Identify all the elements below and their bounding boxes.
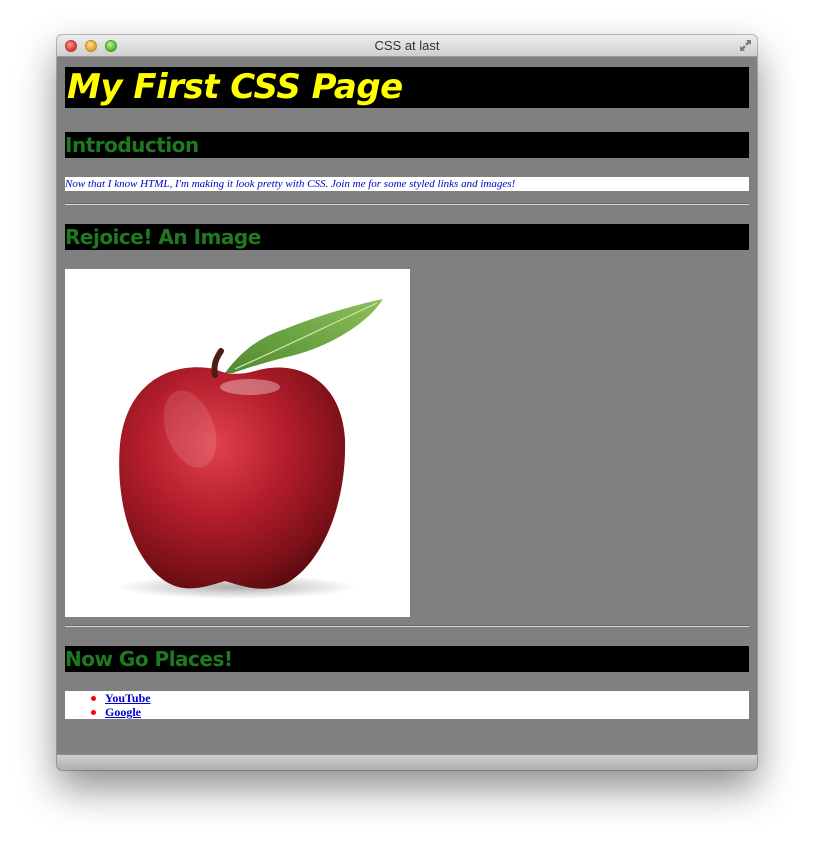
section-heading-image: Rejoice! An Image [65,224,749,250]
google-link[interactable]: Google [105,705,141,719]
apple-picture [117,299,383,599]
list-item: YouTube [65,691,749,705]
links-list: YouTube Google [65,691,749,719]
browser-window: CSS at last My First CSS Page Introducti… [57,35,757,770]
title-bar[interactable]: CSS at last [57,35,757,57]
status-bar [57,754,757,770]
page-heading: My First CSS Page [65,67,749,108]
bullet-icon [91,696,96,701]
fullscreen-icon[interactable] [739,39,752,52]
divider [65,625,749,627]
section-heading-links: Now Go Places! [65,646,749,672]
divider [65,203,749,205]
apple-image [65,269,410,617]
intro-paragraph: Now that I know HTML, I'm making it look… [65,177,749,191]
section-heading-introduction: Introduction [65,132,749,158]
window-title: CSS at last [374,38,440,53]
page-content: My First CSS Page Introduction Now that … [57,58,757,754]
youtube-link[interactable]: YouTube [105,691,151,705]
list-item: Google [65,705,749,719]
bullet-icon [91,710,96,715]
